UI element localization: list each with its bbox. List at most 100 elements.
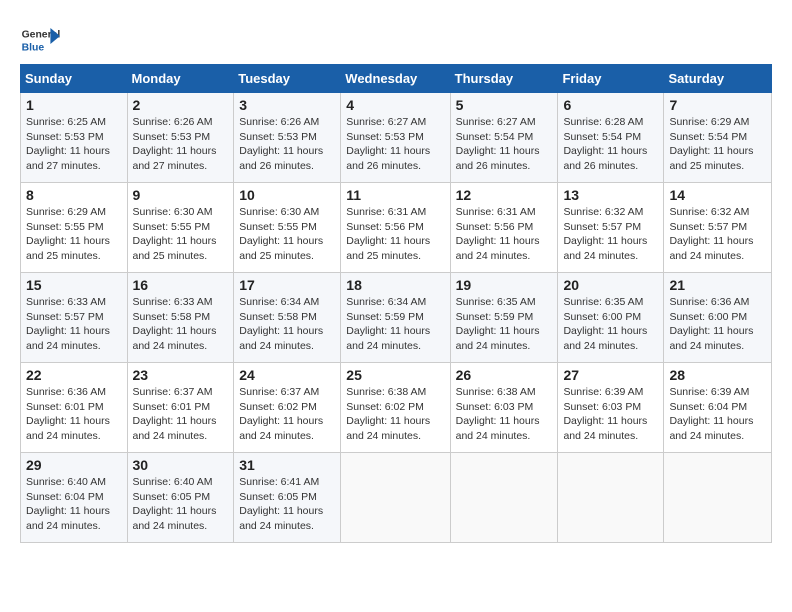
day-info: Sunrise: 6:37 AM Sunset: 6:02 PM Dayligh… [239,386,323,442]
weekday-header-sunday: Sunday [21,65,128,93]
calendar-cell: 25 Sunrise: 6:38 AM Sunset: 6:02 PM Dayl… [341,363,450,453]
day-info: Sunrise: 6:39 AM Sunset: 6:03 PM Dayligh… [563,386,647,442]
day-number: 7 [669,97,766,113]
calendar-cell: 12 Sunrise: 6:31 AM Sunset: 5:56 PM Dayl… [450,183,558,273]
day-number: 6 [563,97,658,113]
calendar-cell: 2 Sunrise: 6:26 AM Sunset: 5:53 PM Dayli… [127,93,234,183]
calendar-cell: 18 Sunrise: 6:34 AM Sunset: 5:59 PM Dayl… [341,273,450,363]
weekday-header-thursday: Thursday [450,65,558,93]
calendar-cell: 5 Sunrise: 6:27 AM Sunset: 5:54 PM Dayli… [450,93,558,183]
calendar-cell: 11 Sunrise: 6:31 AM Sunset: 5:56 PM Dayl… [341,183,450,273]
day-number: 12 [456,187,553,203]
calendar-cell: 4 Sunrise: 6:27 AM Sunset: 5:53 PM Dayli… [341,93,450,183]
calendar-cell: 28 Sunrise: 6:39 AM Sunset: 6:04 PM Dayl… [664,363,772,453]
day-number: 10 [239,187,335,203]
day-info: Sunrise: 6:31 AM Sunset: 5:56 PM Dayligh… [456,206,540,262]
day-number: 16 [133,277,229,293]
day-number: 22 [26,367,122,383]
day-info: Sunrise: 6:34 AM Sunset: 5:58 PM Dayligh… [239,296,323,352]
day-info: Sunrise: 6:30 AM Sunset: 5:55 PM Dayligh… [133,206,217,262]
day-info: Sunrise: 6:26 AM Sunset: 5:53 PM Dayligh… [239,116,323,172]
day-number: 31 [239,457,335,473]
day-number: 5 [456,97,553,113]
page-header: General Blue [20,20,772,60]
logo: General Blue [20,20,64,60]
day-number: 27 [563,367,658,383]
day-number: 1 [26,97,122,113]
calendar-cell: 14 Sunrise: 6:32 AM Sunset: 5:57 PM Dayl… [664,183,772,273]
calendar-cell: 31 Sunrise: 6:41 AM Sunset: 6:05 PM Dayl… [234,453,341,543]
day-number: 19 [456,277,553,293]
day-info: Sunrise: 6:38 AM Sunset: 6:03 PM Dayligh… [456,386,540,442]
day-info: Sunrise: 6:28 AM Sunset: 5:54 PM Dayligh… [563,116,647,172]
calendar-cell: 10 Sunrise: 6:30 AM Sunset: 5:55 PM Dayl… [234,183,341,273]
calendar-cell: 17 Sunrise: 6:34 AM Sunset: 5:58 PM Dayl… [234,273,341,363]
day-info: Sunrise: 6:39 AM Sunset: 6:04 PM Dayligh… [669,386,753,442]
calendar-cell: 24 Sunrise: 6:37 AM Sunset: 6:02 PM Dayl… [234,363,341,453]
day-info: Sunrise: 6:27 AM Sunset: 5:54 PM Dayligh… [456,116,540,172]
day-number: 8 [26,187,122,203]
day-number: 26 [456,367,553,383]
day-number: 2 [133,97,229,113]
day-info: Sunrise: 6:36 AM Sunset: 6:00 PM Dayligh… [669,296,753,352]
calendar-cell: 29 Sunrise: 6:40 AM Sunset: 6:04 PM Dayl… [21,453,128,543]
day-info: Sunrise: 6:37 AM Sunset: 6:01 PM Dayligh… [133,386,217,442]
calendar-cell: 30 Sunrise: 6:40 AM Sunset: 6:05 PM Dayl… [127,453,234,543]
day-number: 25 [346,367,444,383]
day-number: 23 [133,367,229,383]
day-number: 29 [26,457,122,473]
day-number: 13 [563,187,658,203]
calendar-cell: 16 Sunrise: 6:33 AM Sunset: 5:58 PM Dayl… [127,273,234,363]
weekday-header-wednesday: Wednesday [341,65,450,93]
calendar-cell [664,453,772,543]
day-info: Sunrise: 6:29 AM Sunset: 5:54 PM Dayligh… [669,116,753,172]
day-info: Sunrise: 6:40 AM Sunset: 6:05 PM Dayligh… [133,476,217,532]
day-info: Sunrise: 6:33 AM Sunset: 5:58 PM Dayligh… [133,296,217,352]
calendar-cell: 6 Sunrise: 6:28 AM Sunset: 5:54 PM Dayli… [558,93,664,183]
calendar-cell: 15 Sunrise: 6:33 AM Sunset: 5:57 PM Dayl… [21,273,128,363]
calendar-cell: 23 Sunrise: 6:37 AM Sunset: 6:01 PM Dayl… [127,363,234,453]
day-info: Sunrise: 6:36 AM Sunset: 6:01 PM Dayligh… [26,386,110,442]
weekday-header-friday: Friday [558,65,664,93]
day-number: 15 [26,277,122,293]
day-info: Sunrise: 6:35 AM Sunset: 5:59 PM Dayligh… [456,296,540,352]
calendar-cell [558,453,664,543]
day-info: Sunrise: 6:29 AM Sunset: 5:55 PM Dayligh… [26,206,110,262]
calendar-cell: 27 Sunrise: 6:39 AM Sunset: 6:03 PM Dayl… [558,363,664,453]
calendar-cell: 20 Sunrise: 6:35 AM Sunset: 6:00 PM Dayl… [558,273,664,363]
day-number: 24 [239,367,335,383]
day-info: Sunrise: 6:30 AM Sunset: 5:55 PM Dayligh… [239,206,323,262]
calendar-cell: 8 Sunrise: 6:29 AM Sunset: 5:55 PM Dayli… [21,183,128,273]
calendar-cell: 7 Sunrise: 6:29 AM Sunset: 5:54 PM Dayli… [664,93,772,183]
day-number: 18 [346,277,444,293]
day-number: 28 [669,367,766,383]
day-info: Sunrise: 6:27 AM Sunset: 5:53 PM Dayligh… [346,116,430,172]
day-info: Sunrise: 6:32 AM Sunset: 5:57 PM Dayligh… [563,206,647,262]
calendar-cell: 1 Sunrise: 6:25 AM Sunset: 5:53 PM Dayli… [21,93,128,183]
calendar-table: SundayMondayTuesdayWednesdayThursdayFrid… [20,64,772,543]
day-number: 17 [239,277,335,293]
weekday-header-monday: Monday [127,65,234,93]
calendar-cell: 21 Sunrise: 6:36 AM Sunset: 6:00 PM Dayl… [664,273,772,363]
calendar-cell: 26 Sunrise: 6:38 AM Sunset: 6:03 PM Dayl… [450,363,558,453]
day-number: 11 [346,187,444,203]
weekday-header-saturday: Saturday [664,65,772,93]
day-number: 20 [563,277,658,293]
calendar-cell: 13 Sunrise: 6:32 AM Sunset: 5:57 PM Dayl… [558,183,664,273]
calendar-cell: 19 Sunrise: 6:35 AM Sunset: 5:59 PM Dayl… [450,273,558,363]
calendar-cell [450,453,558,543]
day-info: Sunrise: 6:34 AM Sunset: 5:59 PM Dayligh… [346,296,430,352]
day-info: Sunrise: 6:33 AM Sunset: 5:57 PM Dayligh… [26,296,110,352]
calendar-cell: 9 Sunrise: 6:30 AM Sunset: 5:55 PM Dayli… [127,183,234,273]
day-info: Sunrise: 6:40 AM Sunset: 6:04 PM Dayligh… [26,476,110,532]
day-info: Sunrise: 6:26 AM Sunset: 5:53 PM Dayligh… [133,116,217,172]
day-number: 3 [239,97,335,113]
day-number: 21 [669,277,766,293]
day-info: Sunrise: 6:41 AM Sunset: 6:05 PM Dayligh… [239,476,323,532]
day-number: 30 [133,457,229,473]
day-info: Sunrise: 6:31 AM Sunset: 5:56 PM Dayligh… [346,206,430,262]
calendar-cell [341,453,450,543]
day-info: Sunrise: 6:32 AM Sunset: 5:57 PM Dayligh… [669,206,753,262]
calendar-cell: 3 Sunrise: 6:26 AM Sunset: 5:53 PM Dayli… [234,93,341,183]
calendar-cell: 22 Sunrise: 6:36 AM Sunset: 6:01 PM Dayl… [21,363,128,453]
